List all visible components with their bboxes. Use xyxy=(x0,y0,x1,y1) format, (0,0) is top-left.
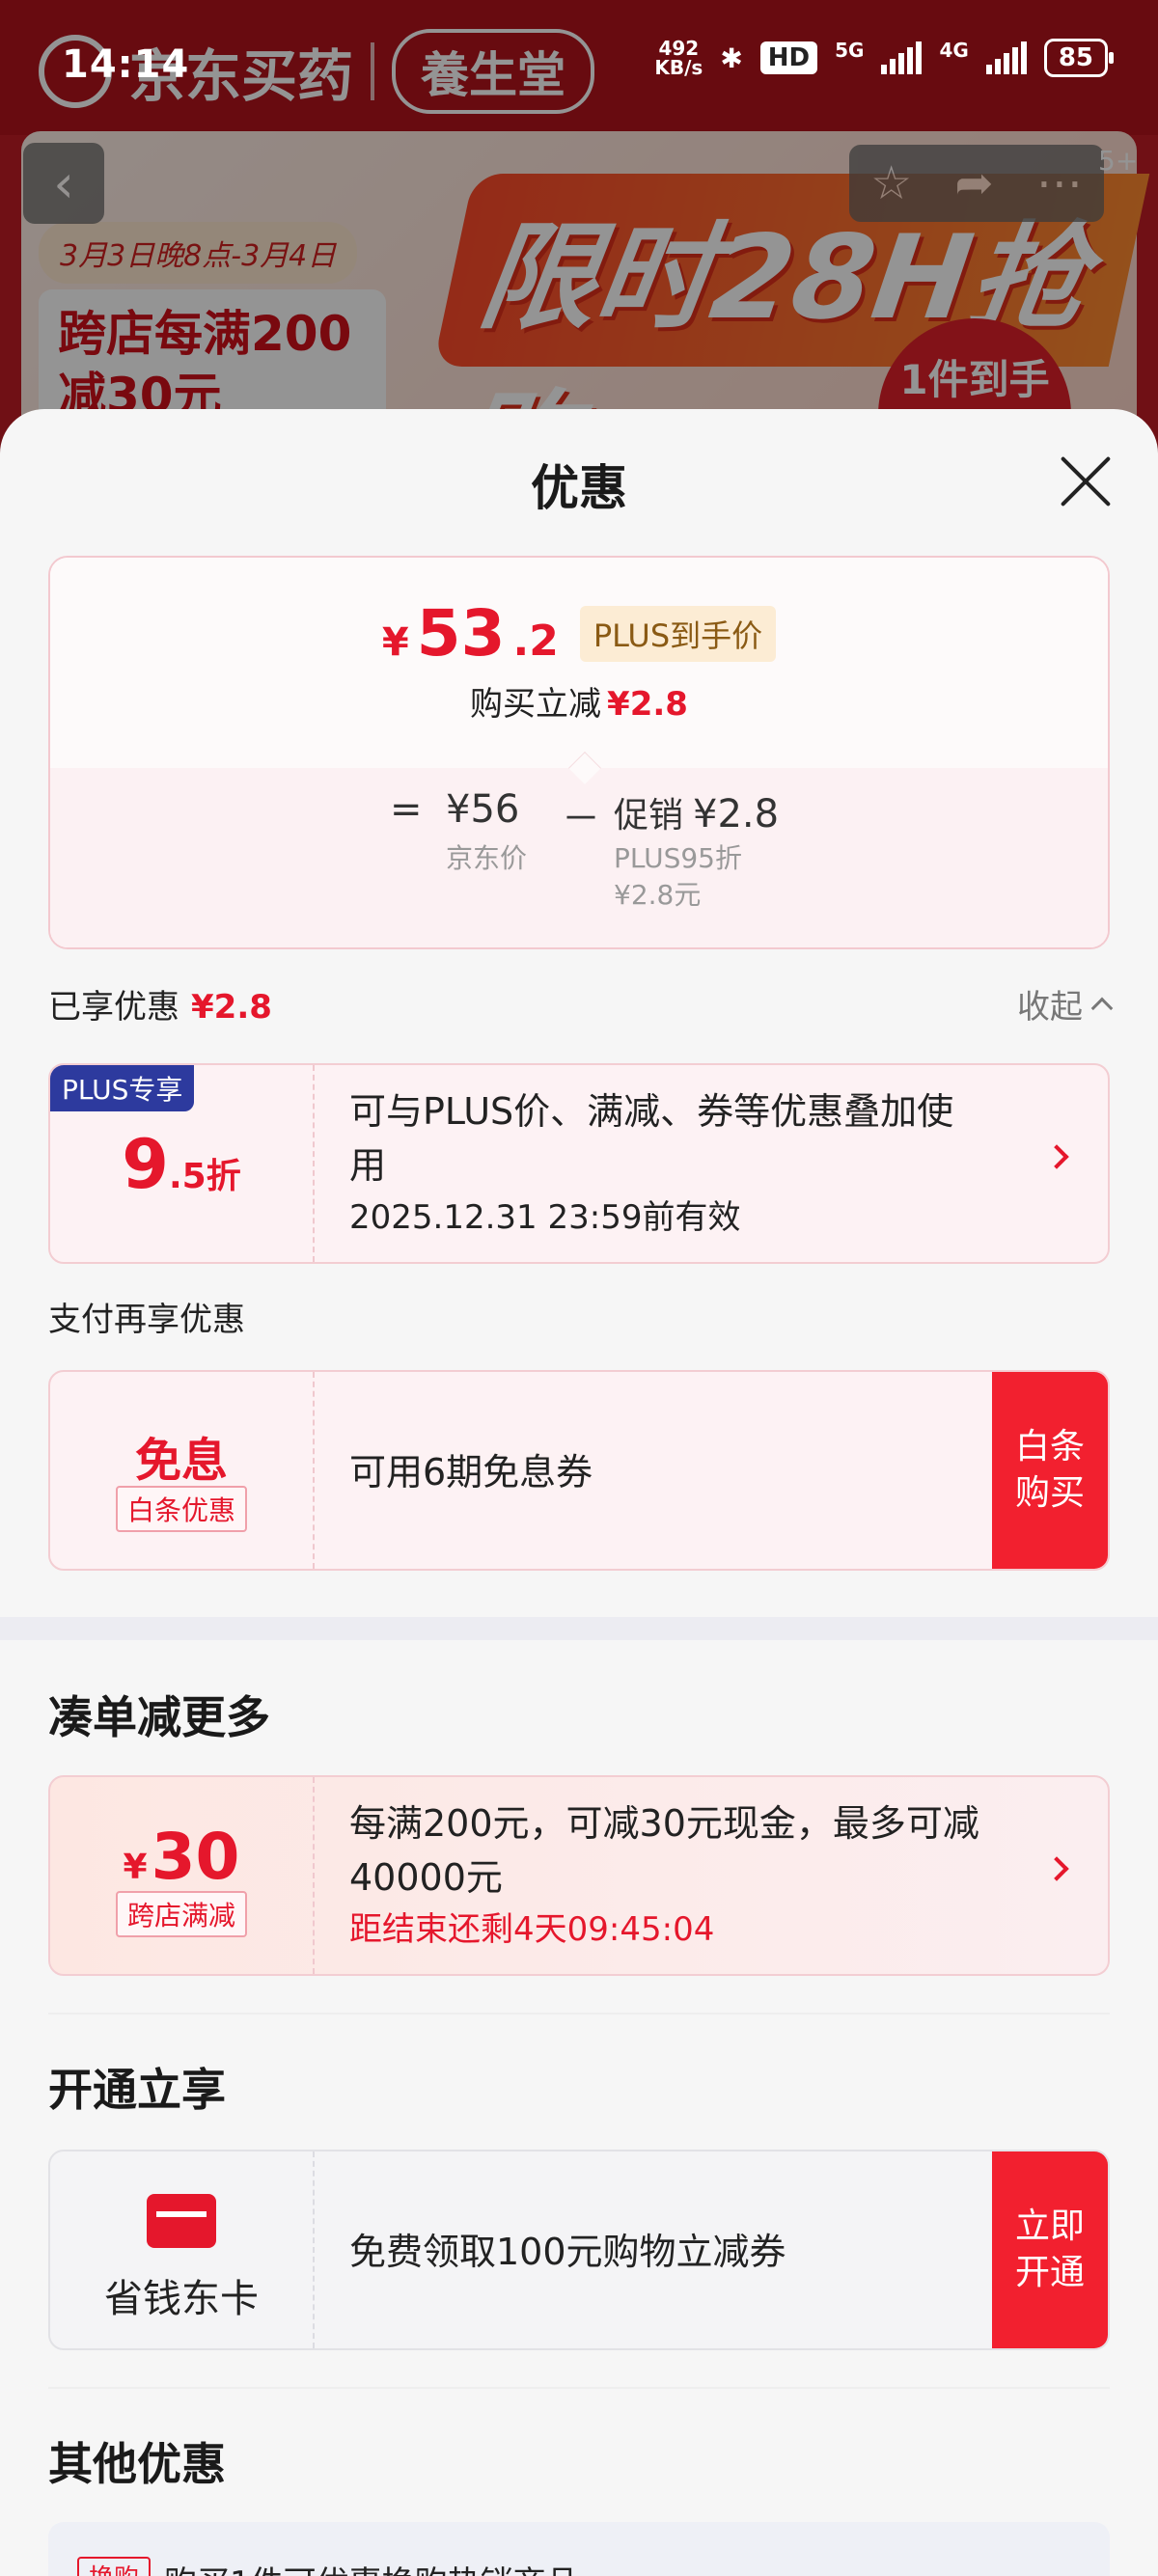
open-now-button[interactable]: 立即 开通 xyxy=(992,2151,1108,2348)
other-section-title: 其他优惠 xyxy=(48,2438,226,2490)
discount-sheet: 优惠 ¥ 53 .2 PLUS到手价 购买立减 ¥2.8 = ¥56 京东价 － … xyxy=(0,409,1158,2576)
plus-discount-value: 9.5折 xyxy=(50,1125,313,1204)
cross-store-coupon-card[interactable]: ¥30 跨店满减 每满200元，可减30元现金，最多可减 40000元 距结束还… xyxy=(48,1775,1110,1976)
signal-icon xyxy=(881,41,923,74)
plus-coupon-desc: 可与PLUS价、满减、券等优惠叠加使 用 2025.12.31 23:59前有效 xyxy=(349,1084,953,1243)
divider xyxy=(48,2387,1110,2389)
instant-discount-amount: ¥2.8 xyxy=(607,685,688,724)
bluetooth-icon: ✱ xyxy=(720,41,743,74)
cross-store-amount: ¥30 xyxy=(50,1820,313,1894)
plus-coupon-validity: 2025.12.31 23:59前有效 xyxy=(349,1198,741,1237)
hd-voice-icon: HD xyxy=(759,41,818,74)
collapse-label: 收起 xyxy=(1017,988,1083,1027)
plus-coupon-card[interactable]: PLUS专享 9.5折 可与PLUS价、满减、券等优惠叠加使 用 2025.12… xyxy=(48,1063,1110,1264)
savings-card-coupon: 省钱东卡 免费领取100元购物立减券 立即 开通 xyxy=(48,2150,1110,2350)
exchange-tag: 换购 xyxy=(77,2557,152,2576)
chevron-right-icon xyxy=(1044,1856,1069,1881)
combine-section-title: 凑单减更多 xyxy=(48,1691,270,1743)
exchange-offer-text: 购买1件可优惠换购热销商品 xyxy=(164,2557,579,2576)
cross-store-value: 30 xyxy=(151,1820,240,1894)
promo-value: ¥2.8 xyxy=(693,792,780,836)
plus-exclusive-tag: PLUS专享 xyxy=(50,1065,195,1111)
pay-section-label: 支付再享优惠 xyxy=(48,1301,245,1339)
promo-line: 促销 ¥2.8 xyxy=(614,787,779,837)
enjoyed-amount: ¥2.8 xyxy=(191,988,272,1027)
signal-icon-2 xyxy=(985,41,1027,74)
savings-card-left: 省钱东卡 xyxy=(50,2151,315,2348)
status-icons: 492 KB/s ✱ HD 5G 4G 85 xyxy=(654,37,1115,79)
exchange-offer-line: 换购 购买1件可优惠换购热销商品 xyxy=(77,2557,579,2576)
final-price-yen: ¥ xyxy=(381,620,409,665)
plus-coupon-desc-line2: 用 xyxy=(349,1144,387,1187)
baitiao-tag: 白条优惠 xyxy=(115,1486,248,1532)
jd-price-value: ¥56 xyxy=(446,787,520,832)
signal-5g-label: 5G xyxy=(835,39,865,62)
sheet-title: 优惠 xyxy=(531,460,627,516)
cross-store-tag: 跨店满减 xyxy=(115,1891,248,1937)
credit-card-icon xyxy=(147,2194,216,2248)
status-time: 14:14 xyxy=(62,42,190,87)
enjoyed-label: 已享优惠 xyxy=(48,988,179,1027)
open-now-label: 立即 开通 xyxy=(1014,2206,1085,2292)
signal-4g-label: 4G xyxy=(939,39,969,62)
battery-icon: 85 xyxy=(1043,39,1115,77)
baitiao-coupon-card: 免息 白条优惠 可用6期免息券 白条 购买 xyxy=(48,1370,1110,1571)
savings-card-desc: 免费领取100元购物立减券 xyxy=(349,2231,786,2273)
chevron-up-icon xyxy=(1090,997,1114,1019)
instant-discount-line: 购买立减 ¥2.8 xyxy=(50,677,1108,725)
cross-store-yen: ¥ xyxy=(123,1848,148,1887)
price-summary-card: ¥ 53 .2 PLUS到手价 购买立减 ¥2.8 = ¥56 京东价 － 促销 ¥… xyxy=(48,556,1110,949)
baitiao-coupon-left: 免息 白条优惠 xyxy=(50,1372,315,1569)
cross-store-desc-line1: 每满200元，可减30元现金，最多可减 xyxy=(349,1802,979,1845)
plus-price-tag: PLUS到手价 xyxy=(579,605,777,662)
jd-price-label: 京东价 xyxy=(446,842,528,874)
baitiao-coupon-desc: 可用6期免息券 xyxy=(349,1451,593,1494)
promo-detail-amount: ¥2.8元 xyxy=(614,879,702,911)
cross-store-desc-line2: 40000元 xyxy=(349,1856,503,1899)
countdown-text: 距结束还剩4天09:45:04 xyxy=(349,1910,715,1949)
minus-sign: － xyxy=(562,797,600,841)
final-price-dec: .2 xyxy=(512,617,559,666)
chevron-right-icon xyxy=(1044,1144,1069,1169)
net-speed: 492 KB/s xyxy=(654,37,703,79)
close-icon[interactable] xyxy=(1058,453,1114,509)
cross-store-coupon-left: ¥30 跨店满减 xyxy=(50,1777,315,1974)
plus-coupon-left: PLUS专享 9.5折 xyxy=(50,1065,315,1262)
interest-free-title: 免息 xyxy=(134,1434,228,1488)
final-price: ¥ 53 .2 PLUS到手价 xyxy=(50,596,1108,671)
plus-discount-int: 9 xyxy=(122,1125,169,1204)
promo-detail-plus: PLUS95折 xyxy=(614,842,742,874)
open-section-title: 开通立享 xyxy=(48,2064,226,2116)
plus-discount-suffix: .5折 xyxy=(168,1157,241,1196)
final-price-int: 53 xyxy=(416,596,506,671)
enjoyed-discount-line: 已享优惠 ¥2.8 xyxy=(48,980,272,1028)
instant-discount-label: 购买立减 xyxy=(470,685,602,724)
baitiao-buy-button[interactable]: 白条 购买 xyxy=(992,1372,1108,1569)
baitiao-buy-label: 白条 购买 xyxy=(1014,1427,1085,1513)
section-gap xyxy=(0,1617,1158,1640)
status-bar: 14:14 492 KB/s ✱ HD 5G 4G 85 xyxy=(0,0,1158,135)
plus-coupon-desc-line1: 可与PLUS价、满减、券等优惠叠加使 xyxy=(349,1090,954,1133)
promo-label: 促销 xyxy=(614,796,684,836)
cross-store-desc: 每满200元，可减30元现金，最多可减 40000元 距结束还剩4天09:45:… xyxy=(349,1796,979,1955)
savings-card-name: 省钱东卡 xyxy=(104,2277,259,2321)
divider xyxy=(48,2013,1110,2014)
equals-sign: = xyxy=(390,787,423,832)
collapse-button[interactable]: 收起 xyxy=(1017,980,1114,1028)
